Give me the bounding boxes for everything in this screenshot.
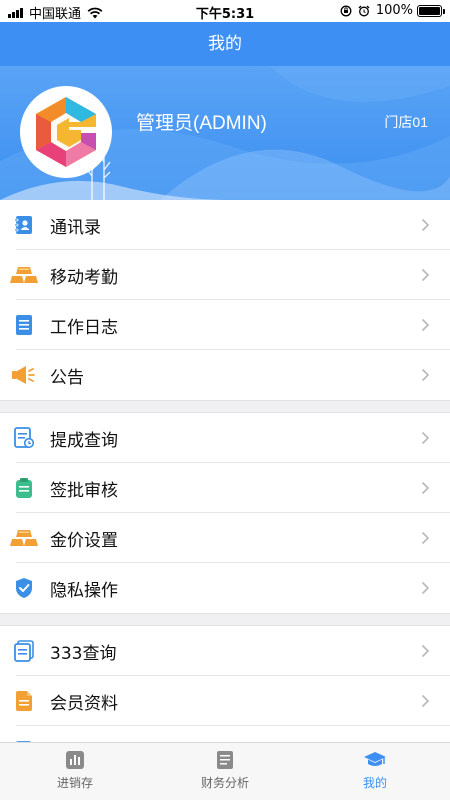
avatar[interactable] [20, 86, 112, 178]
battery-icon [417, 4, 445, 17]
group-gap [0, 400, 450, 413]
battery-level [419, 6, 440, 15]
chevron-right-icon [421, 317, 430, 336]
menu-item-333-query[interactable]: 333查询 [0, 626, 450, 676]
chevron-right-icon [421, 643, 430, 662]
menu-item-label: 隐私操作 [50, 580, 118, 601]
menu-item-label: 移动考勤 [50, 267, 118, 288]
megaphone-icon [0, 364, 50, 386]
menu-item-work-log[interactable]: 工作日志 [0, 300, 450, 350]
tab-finance[interactable]: 财务分析 [150, 743, 300, 800]
menu-item-label: 金价设置 [50, 530, 118, 551]
finance-doc-icon [216, 749, 234, 771]
graduation-cap-icon [363, 749, 387, 771]
chevron-right-icon [421, 580, 430, 599]
chevron-right-icon [421, 367, 430, 386]
menu-item-gold-price[interactable]: 金价设置 [0, 513, 450, 563]
menu-item-announcement[interactable]: 公告 [0, 350, 450, 400]
chevron-right-icon [421, 217, 430, 236]
menu-item-label: 公告 [50, 367, 84, 388]
chevron-right-icon [421, 693, 430, 712]
nav-bar: 我的 [0, 22, 450, 66]
menu-item-commission[interactable]: 提成查询 [0, 413, 450, 463]
tab-inventory[interactable]: 进销存 [0, 743, 150, 800]
gold-bars-icon [0, 265, 50, 285]
chevron-right-icon [421, 267, 430, 286]
menu-item-approval[interactable]: 签批审核 [0, 463, 450, 513]
menu-item-label: 工作日志 [50, 317, 118, 338]
menu-item-member-info[interactable]: 会员资料 [0, 676, 450, 726]
app-logo-icon [36, 97, 96, 167]
admin-name: 管理员(ADMIN) [136, 113, 267, 134]
menu-list: 通讯录 移动考勤 工作日志 公告 提成查询 签批审核 金价设置 隐私操作 333… [0, 200, 450, 776]
tab-bar: 进销存 财务分析 我的 [0, 742, 450, 800]
menu-item-attendance[interactable]: 移动考勤 [0, 250, 450, 300]
alarm-icon [358, 5, 370, 17]
inventory-chart-icon [65, 749, 85, 771]
member-doc-icon [0, 690, 50, 712]
profile-header[interactable]: 管理员(ADMIN) 门店01 [0, 66, 450, 200]
chevron-right-icon [421, 530, 430, 549]
gold-bars-icon [0, 528, 50, 548]
docs-icon [0, 640, 50, 662]
group-gap [0, 613, 450, 626]
work-log-icon [0, 314, 50, 336]
menu-item-label: 333查询 [50, 643, 117, 664]
menu-item-contacts[interactable]: 通讯录 [0, 200, 450, 250]
tab-label: 财务分析 [200, 776, 249, 790]
clipboard-icon [0, 477, 50, 499]
orientation-lock-icon [340, 5, 352, 17]
menu-item-label: 会员资料 [50, 693, 118, 714]
menu-item-label: 通讯录 [50, 217, 101, 238]
store-name: 门店01 [384, 114, 428, 130]
shield-check-icon [0, 577, 50, 599]
status-bar: 中国联通 下午5:31 100% [0, 0, 450, 22]
commission-doc-icon [0, 427, 50, 449]
tab-label: 我的 [362, 776, 387, 790]
page-title: 我的 [208, 34, 242, 54]
battery-percent: 100% [375, 3, 413, 18]
menu-item-label: 提成查询 [50, 430, 118, 451]
menu-item-privacy[interactable]: 隐私操作 [0, 563, 450, 613]
contacts-icon [0, 214, 50, 236]
menu-item-label: 签批审核 [50, 480, 118, 501]
tab-mine[interactable]: 我的 [300, 743, 450, 800]
tab-label: 进销存 [56, 776, 93, 790]
chevron-right-icon [421, 430, 430, 449]
status-right: 100% [340, 3, 445, 18]
chevron-right-icon [421, 480, 430, 499]
